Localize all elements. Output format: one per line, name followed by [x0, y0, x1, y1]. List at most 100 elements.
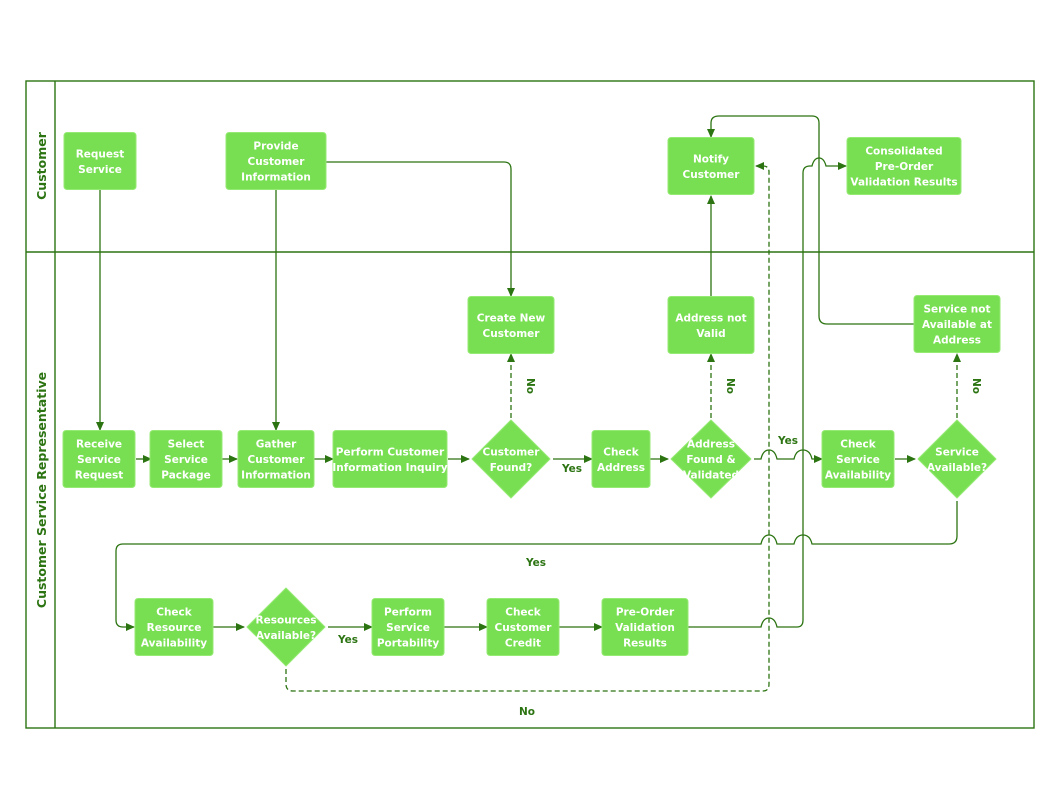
node-service-not-available[interactable]: Service not Available at Address — [913, 295, 1001, 353]
node-label-line: Pre-Order — [875, 161, 934, 173]
decision-diamond — [471, 419, 551, 499]
node-label-line: Validated — [683, 470, 739, 482]
node-label-line: Service — [836, 454, 880, 466]
node-label-line: Address — [597, 462, 645, 474]
node-label-line: Valid — [696, 328, 725, 340]
edge-provide-to-create — [326, 161, 515, 297]
node-select-package[interactable]: Select Service Package — [149, 430, 223, 488]
node-check-service[interactable]: Check Service Availability — [821, 430, 895, 488]
label-no-service: No — [970, 378, 982, 394]
node-label: Pre-Order Validation Results — [615, 607, 675, 650]
node-label-line: Validation Results — [850, 177, 957, 189]
node-label-line: Address not — [675, 312, 746, 324]
process-box — [63, 132, 137, 190]
lane-title-csr: Customer Service Representative — [34, 372, 49, 608]
node-label-line: Notify — [693, 153, 729, 165]
node-label-line: Resources — [256, 614, 317, 626]
node-label-line: Service — [77, 454, 121, 466]
node-label-line: Check — [603, 446, 640, 458]
node-label-line: Request — [75, 470, 124, 482]
node-label-line: Validation — [615, 622, 675, 634]
node-label-line: Found? — [490, 462, 533, 474]
edge-labels: No Yes No Yes No Yes Yes No — [337, 378, 982, 718]
node-label-line: Service — [935, 446, 979, 458]
edge-preorder-to-consolidated — [688, 157, 847, 628]
node-label-line: Resource — [147, 622, 202, 634]
node-label-line: Address — [687, 439, 735, 451]
node-consolidated[interactable]: Consolidated Pre-Order Validation Results — [846, 137, 962, 195]
node-label: Receive Service Request — [75, 439, 124, 482]
label-no-resources: No — [519, 706, 535, 718]
node-perform-inquiry[interactable]: Perform Customer Information Inquiry — [332, 430, 448, 488]
node-label-line: Portability — [377, 638, 440, 650]
node-label: Select Service Package — [161, 439, 210, 482]
node-label-line: Service — [78, 164, 122, 176]
node-address-valid[interactable]: Address Found & Validated — [670, 419, 752, 499]
node-label-line: Customer — [683, 169, 741, 181]
node-label-line: Service — [386, 622, 430, 634]
node-address-not-valid[interactable]: Address not Valid — [667, 296, 755, 354]
process-box — [467, 296, 555, 354]
node-service-portability[interactable]: Perform Service Portability — [371, 598, 445, 656]
node-label-line: Information Inquiry — [332, 462, 447, 474]
node-label-line: Information — [241, 172, 311, 184]
node-check-credit[interactable]: Check Customer Credit — [486, 598, 560, 656]
node-label-line: Service not — [923, 304, 990, 316]
node-notify-customer[interactable]: Notify Customer — [667, 137, 755, 195]
node-label-line: Customer — [495, 622, 553, 634]
node-label-line: Results — [623, 638, 667, 650]
nodes: Request Service Provide Customer Information… — [62, 132, 1001, 667]
node-label-line: Address — [933, 335, 981, 347]
label-yes-resources: Yes — [337, 634, 358, 646]
node-label-line: Customer — [483, 446, 541, 458]
process-box — [332, 430, 448, 488]
node-service-available[interactable]: Service Available? — [917, 419, 997, 499]
node-provide-info[interactable]: Provide Customer Information — [225, 132, 327, 190]
node-request-service[interactable]: Request Service — [63, 132, 137, 190]
node-label-line: Service — [164, 454, 208, 466]
node-label-line: Gather — [256, 439, 297, 451]
decision-diamond — [917, 419, 997, 499]
node-resources-available[interactable]: Resources Available? — [246, 587, 326, 667]
node-label-line: Available? — [927, 462, 987, 474]
node-label-line: Create New — [477, 312, 546, 324]
label-yes-address: Yes — [777, 435, 798, 447]
node-label-line: Availability — [825, 470, 891, 482]
node-label-line: Receive — [76, 439, 122, 451]
label-no-address: No — [724, 378, 736, 394]
node-label-line: Availability — [141, 638, 207, 650]
label-yes-service: Yes — [525, 557, 546, 569]
flowchart-canvas: Customer Customer Service Representative… — [25, 80, 1035, 729]
node-create-customer[interactable]: Create New Customer — [467, 296, 555, 354]
node-label-line: Select — [168, 439, 205, 451]
node-label-line: Request — [76, 148, 125, 160]
process-box — [667, 296, 755, 354]
node-label-line: Perform Customer — [336, 446, 445, 458]
node-label-line: Found & — [686, 454, 735, 466]
node-label-line: Information — [241, 470, 311, 482]
node-label-line: Customer — [248, 454, 306, 466]
node-label-line: Package — [161, 470, 210, 482]
label-yes-customer-found: Yes — [561, 463, 582, 475]
node-label-line: Customer — [248, 156, 306, 168]
process-box — [667, 137, 755, 195]
node-customer-found[interactable]: Customer Found? — [471, 419, 551, 499]
node-label-line: Customer — [483, 328, 541, 340]
node-label-line: Provide — [253, 141, 298, 153]
process-box — [591, 430, 651, 488]
node-preorder-results[interactable]: Pre-Order Validation Results — [601, 598, 689, 656]
node-label-line: Pre-Order — [616, 607, 675, 619]
node-label-line: Consolidated — [865, 146, 942, 158]
node-label-line: Available at — [922, 319, 992, 331]
node-label-line: Check — [505, 607, 542, 619]
node-receive-request[interactable]: Receive Service Request — [62, 430, 136, 488]
edge-validated-yes-check-service — [754, 449, 823, 463]
label-no-customer-found: No — [524, 378, 536, 394]
node-label-line: Perform — [384, 607, 432, 619]
node-label-line: Credit — [505, 638, 541, 650]
node-check-resource[interactable]: Check Resource Availability — [134, 598, 214, 656]
decision-diamond — [246, 587, 326, 667]
node-label-line: Available? — [256, 630, 316, 642]
node-check-address[interactable]: Check Address — [591, 430, 651, 488]
node-gather-info[interactable]: Gather Customer Information — [237, 430, 315, 488]
